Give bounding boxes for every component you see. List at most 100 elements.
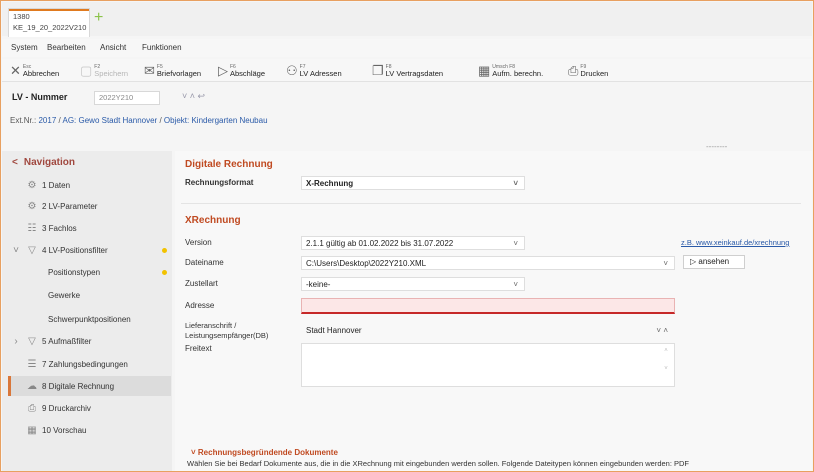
breadcrumb-prefix: Ext.Nr.: [10,116,37,125]
print-label: Drucken [580,69,609,79]
breadcrumb-object[interactable]: Objekt: Kindergarten Neubau [164,116,268,125]
play-outline-icon: ▷ [218,63,228,78]
lieferanschrift-select[interactable]: Stadt Hannover ˅ ˄ [301,323,675,337]
freitext-textarea[interactable]: ˄ ˅ [301,343,675,387]
nav-item-lv-positionsfilter[interactable]: ˅ ▽ 4 LV-Positionsfilter [10,240,170,260]
documents-section-toggle[interactable]: ˅ Rechnungsbegründende Dokumente [191,448,338,457]
nav-item-label: 10 Vorschau [42,425,87,435]
nav-item-daten[interactable]: ⚙ 1 Daten [26,175,186,195]
printer-icon: ⎙ [568,63,579,78]
app-window: 1380 KE_19_20_2022V210 + System Bearbeit… [0,0,814,472]
documents-title: Rechnungsbegründende Dokumente [197,448,338,457]
save-button[interactable]: ▢ F2 Speichern [80,62,128,80]
mail-icon: ✉ [144,63,155,78]
version-value: 2.1.1 gültig ab 01.02.2022 bis 31.07.202… [306,239,454,248]
abschlaege-label: Abschläge [230,69,266,79]
nav-item-digitale-rechnung[interactable]: ☁ 8 Digitale Rechnung [8,376,171,396]
section-divider [181,203,801,204]
toolbar: ✕ Esc Abbrechen ▢ F2 Speichern ✉ F5 Briefvo… [2,59,812,82]
chevron-down-icon: ˅ [13,244,19,256]
xrechnung-link[interactable]: z.B. www.xeinkauf.de/xrechnung [681,238,789,247]
abschlaege-button[interactable]: ▷ F6 Abschläge [218,62,265,80]
nav-item-fachlos[interactable]: ☷ 3 Fachlos [26,218,186,238]
lieferanschrift-label: Lieferanschrift / [185,321,237,330]
view-button[interactable]: ▷ ansehen [683,255,745,269]
leistungsempfaenger-label: Leistungsempfänger(DB) [185,331,269,340]
nav-item-label: 9 Druckarchiv [42,403,91,413]
cloud-icon: ☁ [27,380,37,392]
tab-strip: 1380 KE_19_20_2022V210 + [2,2,812,37]
zustellart-label: Zustellart [185,279,218,288]
nav-item-label: 5 Aufmaßfilter [42,336,92,346]
lv-adressen-button[interactable]: ⚇ F7 LV Adressen [286,62,342,80]
textarea-scrollbar[interactable]: ˄ ˅ [664,348,668,384]
grid-icon: ▦ [27,424,37,436]
nav-item-label: 7 Zahlungsbedingungen [42,359,128,369]
chevron-down-icon: ˅ [663,259,668,268]
documents-hint: Wählen Sie bei Bedarf Dokumente aus, die… [187,459,689,468]
lv-nav-arrows[interactable]: ˅ ˄ ↩ [182,91,205,102]
print-button[interactable]: ⎙ F9 Drucken [568,62,608,80]
tab-line2: KE_19_20_2022V210 [13,23,87,32]
navigation-title: Navigation [23,157,75,168]
nav-item-zahlungsbedingungen[interactable]: ☰ 7 Zahlungsbedingungen [26,354,186,374]
close-icon: ✕ [10,63,21,78]
aufm-berechnen-button[interactable]: ▦ Umsch F8 Aufm. berechn. [478,62,543,80]
plus-icon[interactable]: + [94,10,103,26]
main-content: Digitale Rechnung Rechnungsformat X-Rech… [175,151,812,471]
status-dot [162,248,167,253]
filter-icon: ▽ [28,335,36,347]
printer-icon: ⎙ [28,402,36,414]
play-outline-icon: ▷ [690,257,697,266]
table-icon: ☷ [27,222,37,234]
tab-line1: 1380 [13,12,30,21]
nav-item-label: 4 LV-Positionsfilter [42,245,108,255]
menu-bar: System Bearbeiten Ansicht Funktionen [2,39,812,57]
briefvorlagen-button[interactable]: ✉ F5 Briefvorlagen [144,62,201,80]
format-select[interactable]: X-Rechnung ˅ [301,176,525,190]
nav-item-druckarchiv[interactable]: ⎙ 9 Druckarchiv [26,398,186,418]
xrechnung-title: XRechnung [185,215,241,226]
menu-funktionen[interactable]: Funktionen [142,43,182,52]
lv-vertragsdaten-button[interactable]: ❐ F8 LV Vertragsdaten [372,62,443,80]
filename-label: Dateiname [185,258,224,267]
briefvorlagen-label: Briefvorlagen [156,69,202,79]
version-label: Version [185,238,212,247]
aufm-berechnen-label: Aufm. berechn. [492,69,544,79]
document-icon: ❐ [372,63,384,78]
breadcrumb: Ext.Nr.: 2017 / AG: Gewo Stadt Hannover … [10,116,268,125]
menu-bearbeiten[interactable]: Bearbeiten [47,43,86,52]
calculator-icon: ▦ [478,63,491,78]
gear-icon: ⚙ [27,200,37,212]
chevron-updown-icon: ˅ ˄ [656,326,668,335]
chevron-left-icon: < [12,157,18,168]
lv-number-label: LV - Nummer [12,92,68,102]
nav-item-label: 3 Fachlos [42,223,77,233]
lv-adressen-label: LV Adressen [299,69,342,79]
cancel-label: Abbrechen [22,69,60,79]
document-tab[interactable]: 1380 KE_19_20_2022V210 [8,8,90,37]
save-label: Speichern [94,69,129,79]
save-icon: ▢ [80,63,93,78]
lv-number-field[interactable]: 2022Y210 [94,91,160,105]
breadcrumb-company[interactable]: AG: Gewo Stadt Hannover [63,116,158,125]
version-select[interactable]: 2.1.1 gültig ab 01.02.2022 bis 31.07.202… [301,236,525,250]
lv-number-row: LV - Nummer 2022Y210 ˅ ˄ ↩ [2,89,812,105]
nav-item-lv-parameter[interactable]: ⚙ 2 LV-Parameter [26,196,186,216]
chevron-down-icon: ˅ [513,179,518,188]
navigation-header[interactable]: < Navigation [12,157,75,168]
menu-system[interactable]: System [11,43,38,52]
navigation-sidebar: < Navigation ⚙ 1 Daten ⚙ 2 LV-Parameter ☷ 3 … [2,151,172,471]
zustellart-value: -keine- [306,280,331,289]
nav-item-aufmassfilter[interactable]: › ▽ 5 Aufmaßfilter [10,331,170,351]
zustellart-select[interactable]: -keine- ˅ [301,277,525,291]
digital-invoice-title: Digitale Rechnung [185,159,273,170]
lv-vertragsdaten-label: LV Vertragsdaten [385,69,444,79]
view-button-label: ansehen [698,257,730,266]
breadcrumb-id[interactable]: 2017 [38,116,56,125]
filename-field[interactable]: C:\Users\Desktop\2022Y210.XML ˅ [301,256,675,270]
nav-item-vorschau[interactable]: ▦ 10 Vorschau [26,420,186,440]
menu-ansicht[interactable]: Ansicht [100,43,126,52]
cancel-button[interactable]: ✕ Esc Abbrechen [10,62,59,80]
address-input[interactable] [301,298,675,314]
